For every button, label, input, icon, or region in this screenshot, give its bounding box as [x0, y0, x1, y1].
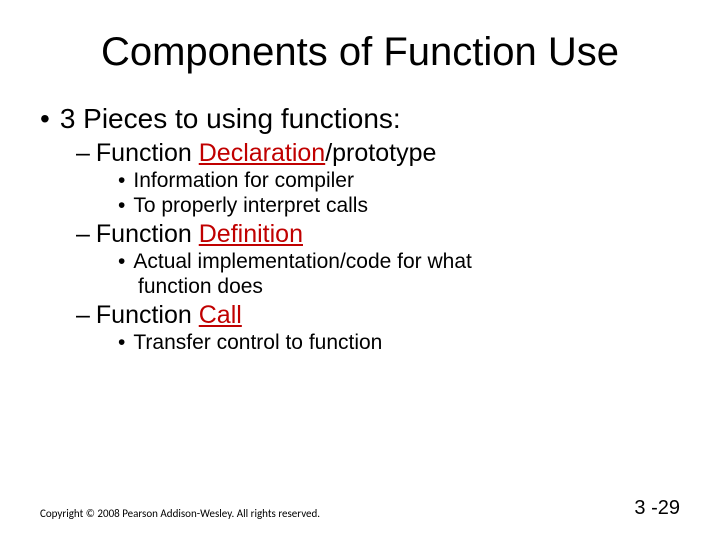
bullet-dot-icon: • — [118, 331, 125, 354]
page-number: 3 -29 — [634, 497, 680, 520]
sec1-b2-text: To properly interpret calls — [133, 194, 368, 217]
bullet-level-3: • Actual implementation/code for what — [118, 250, 680, 274]
bullet-level-2-declaration: –Function Declaration/prototype — [76, 139, 680, 168]
bullet-dot-icon: • — [118, 169, 125, 192]
sec2-pre: Function — [96, 220, 199, 248]
sec3-b1-text: Transfer control to function — [133, 331, 382, 354]
sec2-b1-line1: Actual implementation/code for what — [133, 250, 472, 273]
sec1-pre: Function — [96, 139, 199, 167]
copyright-text: Copyright © 2008 Pearson Addison-Wesley.… — [40, 507, 320, 520]
bullet-level-3-cont: function does — [138, 275, 680, 299]
dash-icon: – — [76, 139, 90, 167]
footer: Copyright © 2008 Pearson Addison-Wesley.… — [40, 497, 680, 520]
slide-title: Components of Function Use — [40, 30, 680, 75]
sec1-post: /prototype — [325, 139, 436, 167]
bullet-dot-icon: • — [40, 103, 50, 134]
bullet-level-3: • To properly interpret calls — [118, 194, 680, 218]
bullet-level-2-call: –Function Call — [76, 301, 680, 330]
bullet-dot-icon: • — [118, 250, 125, 273]
bullet-dot-icon: • — [118, 194, 125, 217]
sec3-keyword: Call — [199, 301, 242, 329]
bullet-level-3: • Transfer control to function — [118, 331, 680, 355]
sec2-b1-line2: function does — [138, 275, 263, 298]
sec1-keyword: Declaration — [199, 139, 325, 167]
bullet-level-1: • 3 Pieces to using functions: — [40, 103, 680, 135]
sec1-b1-text: Information for compiler — [133, 169, 354, 192]
lvl1-text: 3 Pieces to using functions: — [60, 103, 401, 134]
dash-icon: – — [76, 301, 90, 329]
bullet-level-2-definition: –Function Definition — [76, 220, 680, 249]
slide: Components of Function Use • 3 Pieces to … — [0, 0, 720, 540]
bullet-level-3: • Information for compiler — [118, 169, 680, 193]
sec2-keyword: Definition — [199, 220, 303, 248]
sec3-pre: Function — [96, 301, 199, 329]
dash-icon: – — [76, 220, 90, 248]
